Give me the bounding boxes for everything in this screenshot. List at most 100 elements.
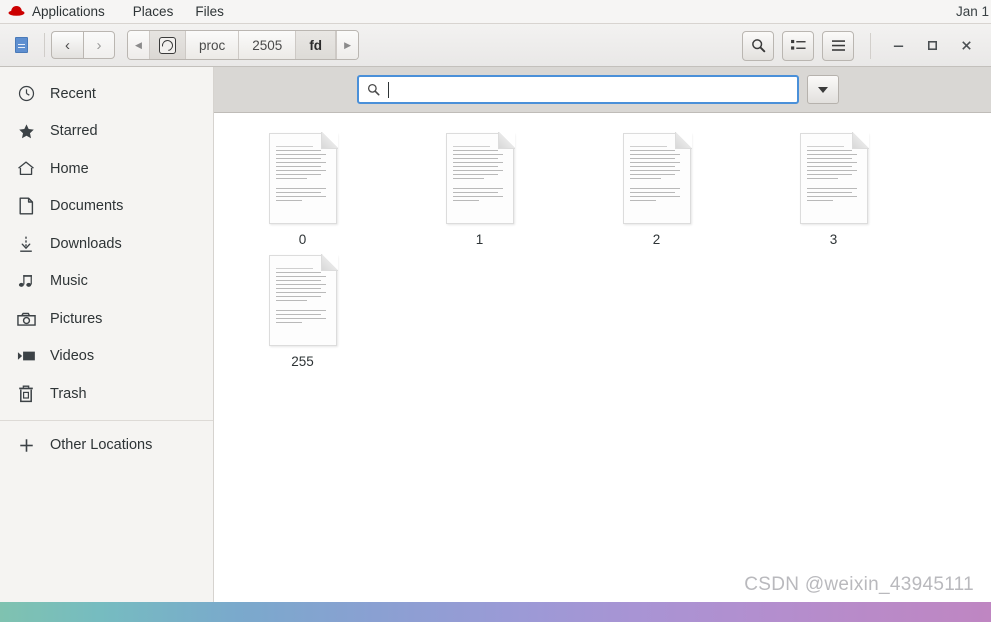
breadcrumb-fd[interactable]: fd [296, 31, 337, 59]
file-grid: 0 1 2 3 255 [214, 113, 991, 602]
sidebar-item-label: Starred [50, 123, 98, 140]
sidebar-divider [0, 419, 213, 421]
sidebar-item-label: Other Locations [50, 437, 153, 454]
text-document-icon [268, 254, 338, 346]
menu-button[interactable] [822, 30, 854, 61]
breadcrumb-2505[interactable]: 2505 [239, 31, 297, 59]
file-name: 255 [291, 354, 314, 369]
sidebar-item-label: Downloads [50, 235, 122, 252]
document-icon [16, 196, 36, 216]
clock-icon [16, 84, 36, 104]
files-window: ‹ › ◀ proc 2505 fd ▶ Recent Starred Home… [0, 24, 991, 602]
file-name: 2 [652, 232, 661, 247]
screen: Applications Places Files Jan 1 ‹ › ◀ pr… [0, 0, 991, 622]
sidebar-item-documents[interactable]: Documents [0, 188, 213, 226]
gnome-menu-places[interactable]: Places [133, 4, 184, 19]
sidebar-item-label: Music [50, 273, 88, 290]
file-name: 3 [829, 232, 838, 247]
maximize-icon [927, 40, 937, 51]
chevron-left-icon: ‹ [65, 36, 70, 54]
file-item[interactable]: 0 [214, 125, 391, 247]
text-document-icon [268, 132, 338, 224]
sidebar-item-label: Recent [50, 85, 96, 102]
close-button[interactable] [949, 31, 983, 61]
sidebar-item-label: Home [50, 160, 89, 177]
chevron-down-icon [817, 86, 828, 93]
search-icon [751, 39, 765, 53]
search-bar [214, 67, 991, 113]
camera-icon [16, 309, 36, 329]
search-button[interactable] [742, 30, 774, 61]
places-sidebar: Recent Starred Home Documents Downloads … [0, 67, 214, 602]
disk-drive-icon [159, 36, 176, 54]
breadcrumb-proc[interactable]: proc [186, 31, 240, 59]
window-controls-divider [870, 32, 871, 59]
hamburger-menu-icon [831, 40, 845, 51]
breadcrumb-root-disk[interactable] [150, 31, 186, 59]
sidebar-item-downloads[interactable]: Downloads [0, 225, 213, 263]
file-item[interactable]: 255 [214, 247, 391, 369]
view-list-button[interactable] [782, 30, 814, 61]
sidebar-item-pictures[interactable]: Pictures [0, 300, 213, 338]
sidebar-item-label: Videos [50, 348, 95, 365]
sidebar-item-label: Trash [50, 385, 87, 402]
search-bar-inner [356, 75, 839, 104]
back-button[interactable]: ‹ [51, 31, 83, 59]
window-headerbar: ‹ › ◀ proc 2505 fd ▶ [0, 24, 991, 67]
file-item[interactable]: 2 [568, 125, 745, 247]
watermark: CSDN @weixin_43945111 [744, 574, 974, 595]
file-item[interactable]: 3 [745, 125, 922, 247]
gnome-menu-files[interactable]: Files [195, 4, 234, 19]
sidebar-item-starred[interactable]: Starred [0, 113, 213, 151]
pathbar-scroll-left-button[interactable]: ◀ [128, 31, 150, 59]
sidebar-item-videos[interactable]: Videos [0, 338, 213, 376]
star-icon [16, 121, 36, 141]
text-cursor [387, 81, 389, 98]
download-arrow-icon [16, 234, 36, 254]
window-body: Recent Starred Home Documents Downloads … [0, 67, 991, 602]
list-view-icon [790, 39, 806, 50]
headerbar-left-group: ‹ › ◀ proc 2505 fd ▶ [8, 30, 360, 60]
text-document-icon [445, 132, 515, 224]
music-note-icon [16, 271, 36, 291]
text-document-icon [799, 132, 869, 224]
pathbar-scroll-right-button[interactable]: ▶ [336, 31, 359, 59]
chevron-right-icon: › [96, 36, 102, 54]
headerbar-divider [44, 33, 45, 57]
file-name: 1 [475, 232, 484, 247]
gnome-top-bar: Applications Places Files Jan 1 [0, 0, 991, 24]
minimize-icon [893, 45, 903, 47]
maximize-button[interactable] [915, 31, 949, 61]
gnome-clock[interactable]: Jan 1 [956, 0, 989, 24]
sidebar-item-music[interactable]: Music [0, 263, 213, 301]
redhat-fedora-icon [8, 4, 25, 20]
triangle-left-icon: ◀ [135, 39, 142, 50]
sidebar-item-label: Documents [50, 198, 124, 215]
file-item[interactable]: 1 [391, 125, 568, 247]
home-icon [16, 159, 36, 179]
forward-button[interactable]: › [83, 31, 115, 59]
gnome-menu-applications[interactable]: Applications [32, 4, 115, 19]
search-filter-dropdown-button[interactable] [806, 75, 839, 104]
content-area: 0 1 2 3 255 CSDN @weixin_43945111 [214, 67, 991, 602]
search-input[interactable] [356, 75, 799, 104]
close-icon [961, 41, 971, 50]
sidebar-item-home[interactable]: Home [0, 150, 213, 188]
minimize-button[interactable] [881, 31, 915, 61]
triangle-right-icon: ▶ [344, 39, 352, 50]
video-icon [16, 346, 36, 366]
sidebar-item-recent[interactable]: Recent [0, 75, 213, 113]
document-blue-icon[interactable] [8, 32, 34, 58]
path-bar: ◀ proc 2505 fd ▶ [127, 30, 360, 60]
navigation-buttons: ‹ › [51, 31, 115, 59]
sidebar-item-label: Pictures [50, 310, 103, 327]
sidebar-item-other-locations[interactable]: Other Locations [0, 427, 213, 465]
trash-icon [16, 384, 36, 404]
sidebar-item-trash[interactable]: Trash [0, 375, 213, 413]
headerbar-right-group [734, 24, 983, 67]
plus-icon [16, 435, 36, 455]
file-name: 0 [298, 232, 307, 247]
gnome-menu-group: Applications Places Files [0, 4, 246, 20]
search-icon [367, 83, 381, 97]
desktop-wallpaper-strip [0, 602, 991, 622]
